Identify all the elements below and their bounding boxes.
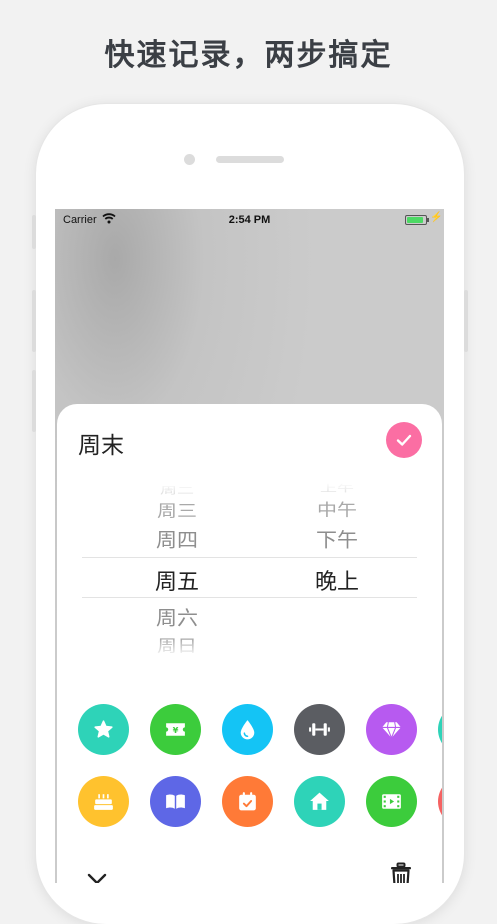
volume-up-button [32, 290, 36, 352]
picker-fade-top [82, 482, 417, 500]
battery-icon [405, 215, 427, 225]
home-icon [310, 792, 329, 810]
charging-icon: ⚡ [430, 212, 443, 223]
category-partial-button[interactable] [438, 704, 442, 755]
checkmark-icon [396, 434, 412, 446]
bottom-sheet: 周末 周二 周三 周四 周五 周六 周日 上午 中午 下午 晚上 [57, 404, 442, 883]
dumbbell-icon [309, 723, 330, 736]
diamond-icon [382, 722, 401, 740]
sheet-title: 周末 [78, 433, 124, 459]
category-fitness-button[interactable] [294, 704, 345, 755]
earpiece-speaker [216, 156, 284, 163]
category-star-button[interactable] [78, 704, 129, 755]
category-diamond-button[interactable] [366, 704, 417, 755]
phone-screen: Carrier 2:54 PM ⚡ 周末 周二 周三 周四 周五 [55, 209, 444, 883]
day-option[interactable]: 周六 [117, 603, 237, 631]
category-home-button[interactable] [294, 776, 345, 827]
volume-down-button [32, 370, 36, 432]
battery-level [407, 217, 423, 223]
time-option[interactable]: 中午 [277, 497, 397, 521]
day-option-selected[interactable]: 周五 [117, 564, 237, 596]
ticket-icon: ¥ [166, 723, 185, 736]
category-birthday-button[interactable] [78, 776, 129, 827]
star-icon [94, 720, 113, 738]
category-calendar-button[interactable] [222, 776, 273, 827]
sheet-bottom-bar [57, 859, 442, 883]
chevron-down-icon[interactable] [85, 867, 109, 883]
time-picker[interactable]: 周二 周三 周四 周五 周六 周日 上午 中午 下午 晚上 [82, 482, 417, 657]
day-option[interactable]: 周三 [117, 498, 237, 522]
water-drop-icon [240, 720, 255, 740]
battery-tip [427, 218, 429, 222]
category-ticket-button[interactable]: ¥ [150, 704, 201, 755]
time-of-day-column[interactable]: 上午 中午 下午 晚上 [277, 482, 397, 657]
trash-icon[interactable] [389, 862, 413, 883]
status-bar: Carrier 2:54 PM ⚡ [55, 209, 444, 231]
front-camera [184, 154, 195, 165]
category-partial-button[interactable] [438, 776, 442, 827]
book-icon [166, 794, 185, 809]
headline: 快速记录，两步搞定 [104, 38, 393, 73]
status-time: 2:54 PM [228, 214, 271, 226]
picker-fade-bottom [82, 639, 417, 657]
cake-icon [94, 794, 113, 810]
time-option[interactable]: 下午 [277, 525, 397, 553]
power-button [464, 290, 468, 352]
mute-switch [32, 215, 36, 249]
category-reading-button[interactable] [150, 776, 201, 827]
svg-text:¥: ¥ [173, 725, 179, 735]
film-icon [382, 794, 401, 809]
category-water-button[interactable] [222, 704, 273, 755]
category-icon-grid: ¥ [57, 684, 442, 844]
confirm-button[interactable] [386, 422, 422, 458]
day-picker-column[interactable]: 周二 周三 周四 周五 周六 周日 [117, 482, 237, 657]
category-movie-button[interactable] [366, 776, 417, 827]
time-option-selected[interactable]: 晚上 [277, 564, 397, 596]
calendar-icon [239, 792, 256, 811]
day-option[interactable]: 周四 [117, 525, 237, 553]
